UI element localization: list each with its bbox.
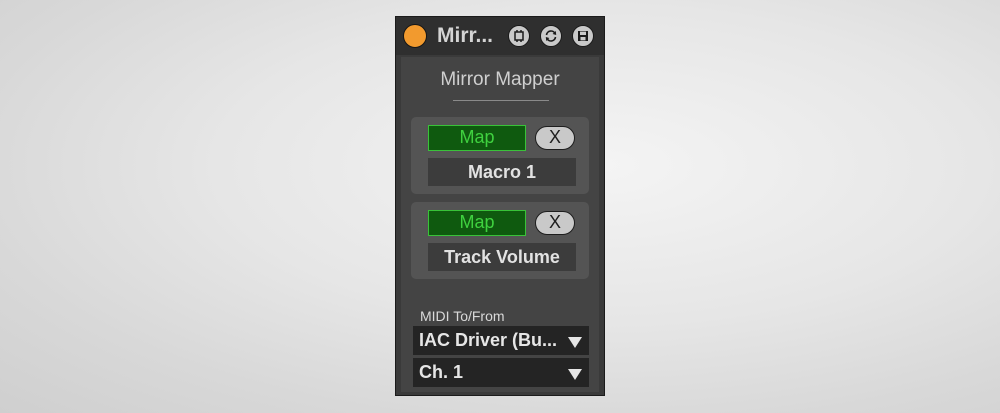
hot-swap-icon <box>545 30 557 42</box>
hot-swap-button[interactable] <box>540 25 562 47</box>
midi-port-value: IAC Driver (Bu... <box>419 330 558 350</box>
clear-mapping-button-2[interactable]: X <box>535 211 575 235</box>
device-heading: Mirror Mapper <box>440 69 560 90</box>
heading-divider <box>453 100 549 101</box>
mapping-slot-2: Map X Track Volume <box>411 202 589 279</box>
map-button-2[interactable]: Map <box>428 210 526 236</box>
max-device: Mirr... Mirror Mapper Map X Macro 1 Map … <box>395 16 605 396</box>
mapping-slot-1: Map X Macro 1 <box>411 117 589 194</box>
clear-mapping-button-1[interactable]: X <box>535 126 575 150</box>
save-preset-icon <box>578 31 588 41</box>
midi-channel-dropdown[interactable]: Ch. 1 <box>413 358 589 387</box>
device-name: Mirr... <box>437 24 494 47</box>
save-preset-button[interactable] <box>572 25 594 47</box>
midi-port-dropdown[interactable]: IAC Driver (Bu... <box>413 326 589 355</box>
mapped-parameter-1: Macro 1 <box>428 158 576 186</box>
mapped-parameter-2: Track Volume <box>428 243 576 271</box>
device-power-button[interactable] <box>403 24 427 48</box>
fold-button[interactable] <box>508 25 530 47</box>
dropdown-arrow-icon <box>568 369 582 380</box>
device-panel: Mirror Mapper Map X Macro 1 Map X Track … <box>401 57 599 392</box>
dropdown-arrow-icon <box>568 337 582 348</box>
device-title-bar[interactable]: Mirr... <box>396 17 604 55</box>
midi-label: MIDI To/From <box>420 308 505 324</box>
midi-channel-value: Ch. 1 <box>419 362 464 382</box>
fold-icon <box>514 30 524 42</box>
map-button-1[interactable]: Map <box>428 125 526 151</box>
